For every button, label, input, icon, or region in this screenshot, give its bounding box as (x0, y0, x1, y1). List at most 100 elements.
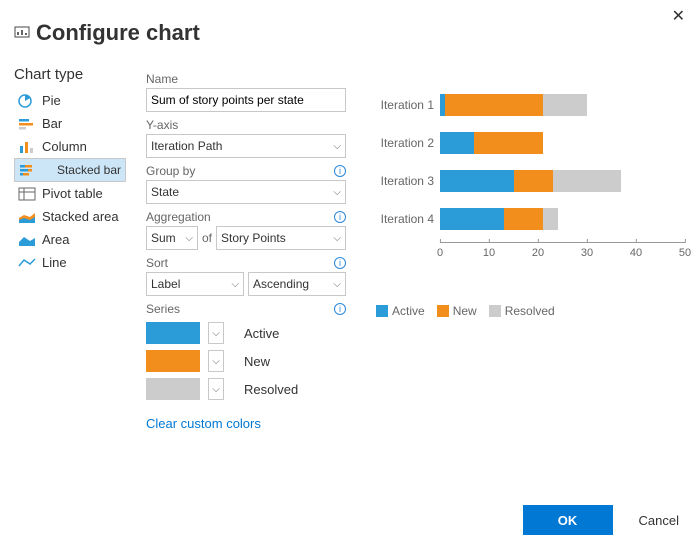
series-color-swatch[interactable] (146, 378, 200, 400)
legend-swatch (489, 305, 501, 317)
series-color-dropdown[interactable]: ⌵ (208, 322, 224, 344)
info-icon[interactable]: i (334, 211, 346, 223)
series-name: New (244, 354, 270, 369)
column-icon (18, 140, 36, 154)
pivot-icon (18, 187, 36, 201)
series-name: Resolved (244, 382, 298, 397)
bar-segment-new (514, 170, 553, 192)
bar-category-label: Iteration 2 (366, 136, 434, 150)
aggregation-field-select[interactable]: Story Points ⌵ (216, 226, 346, 250)
legend-swatch (376, 305, 388, 317)
preview-bar-row: Iteration 4 (366, 200, 685, 238)
pie-icon (18, 94, 36, 108)
bar-category-label: Iteration 3 (366, 174, 434, 188)
preview-bar-row: Iteration 3 (366, 162, 685, 200)
x-axis: 01020304050 (440, 242, 685, 262)
chart-type-label: Column (42, 139, 87, 154)
series-color-dropdown[interactable]: ⌵ (208, 350, 224, 372)
close-icon[interactable]: ✕ (672, 6, 685, 26)
groupby-label: Group by (146, 164, 195, 178)
info-icon[interactable]: i (334, 257, 346, 269)
chart-type-label: Stacked area (42, 209, 119, 224)
legend-swatch (437, 305, 449, 317)
chart-type-area[interactable]: Area (14, 228, 126, 251)
line-icon (18, 256, 36, 270)
aggregation-of-label: of (202, 231, 212, 245)
series-row: ⌵ New (146, 350, 346, 372)
chart-type-bar[interactable]: Bar (14, 112, 126, 135)
axis-tick: 50 (679, 243, 691, 259)
bar-segment-active (440, 170, 514, 192)
info-icon[interactable]: i (334, 165, 346, 177)
bar-icon (18, 117, 36, 131)
legend-item-new: New (437, 304, 477, 318)
series-color-swatch[interactable] (146, 322, 200, 344)
preview-bar-row: Iteration 2 (366, 124, 685, 162)
legend-label: New (453, 304, 477, 318)
bar-category-label: Iteration 1 (366, 98, 434, 112)
chart-type-list: Chart type Pie Bar Column Stacked bar Pivot … (14, 66, 126, 431)
dialog-title: Configure chart (36, 20, 200, 46)
chart-type-pie[interactable]: Pie (14, 89, 126, 112)
bar-segment-new (445, 94, 543, 116)
bar-segment-new (504, 208, 543, 230)
series-row: ⌵ Active (146, 322, 346, 344)
chart-preview: Iteration 1 Iteration 2 Iteration 3 Iterati… (366, 66, 685, 431)
chart-type-stackedbar[interactable]: Stacked bar (14, 158, 126, 182)
ok-button[interactable]: OK (523, 505, 613, 535)
axis-tick: 10 (483, 243, 495, 259)
axis-tick: 20 (532, 243, 544, 259)
name-label: Name (146, 72, 346, 86)
axis-tick: 40 (630, 243, 642, 259)
series-label: Series (146, 302, 180, 316)
chart-type-label: Pie (42, 93, 61, 108)
area-icon (18, 233, 36, 247)
chart-type-label: Area (42, 232, 69, 247)
series-color-swatch[interactable] (146, 350, 200, 372)
chart-type-label: Bar (42, 116, 62, 131)
sort-by-select[interactable]: Label ⌵ (146, 272, 244, 296)
legend-item-resolved: Resolved (489, 304, 555, 318)
series-name: Active (244, 326, 279, 341)
bar-segment-active (440, 132, 474, 154)
aggregation-label: Aggregation (146, 210, 211, 224)
chart-type-label: Line (42, 255, 67, 270)
chevron-down-icon: ⌵ (333, 141, 341, 152)
chart-config-icon (14, 24, 30, 43)
chart-type-heading: Chart type (14, 66, 126, 83)
series-color-dropdown[interactable]: ⌵ (208, 378, 224, 400)
chart-type-line[interactable]: Line (14, 251, 126, 274)
bar-segment-new (474, 132, 543, 154)
axis-tick: 30 (581, 243, 593, 259)
info-icon[interactable]: i (334, 303, 346, 315)
stackedbar-icon (19, 163, 37, 177)
sort-dir-select[interactable]: Ascending ⌵ (248, 272, 346, 296)
name-input[interactable] (146, 88, 346, 112)
sort-label: Sort (146, 256, 168, 270)
chart-type-label: Stacked bar (57, 163, 121, 177)
chevron-down-icon: ⌵ (185, 233, 193, 244)
bar-segment-resolved (543, 94, 587, 116)
chart-type-pivot[interactable]: Pivot table (14, 182, 126, 205)
series-row: ⌵ Resolved (146, 378, 346, 400)
preview-bar-row: Iteration 1 (366, 86, 685, 124)
aggregation-func-select[interactable]: Sum ⌵ (146, 226, 198, 250)
chevron-down-icon: ⌵ (333, 233, 341, 244)
cancel-button[interactable]: Cancel (633, 512, 685, 529)
chevron-down-icon: ⌵ (333, 187, 341, 198)
legend-label: Active (392, 304, 425, 318)
stackedarea-icon (18, 210, 36, 224)
chart-type-stackedarea[interactable]: Stacked area (14, 205, 126, 228)
yaxis-select[interactable]: Iteration Path ⌵ (146, 134, 346, 158)
chart-legend: Active New Resolved (376, 304, 685, 318)
groupby-select[interactable]: State ⌵ (146, 180, 346, 204)
bar-segment-resolved (543, 208, 558, 230)
chevron-down-icon: ⌵ (333, 279, 341, 290)
clear-colors-link[interactable]: Clear custom colors (146, 416, 261, 431)
bar-segment-resolved (553, 170, 622, 192)
axis-tick: 0 (437, 243, 443, 259)
chevron-down-icon: ⌵ (231, 279, 239, 290)
chart-type-label: Pivot table (42, 186, 103, 201)
chart-type-column[interactable]: Column (14, 135, 126, 158)
bar-category-label: Iteration 4 (366, 212, 434, 226)
